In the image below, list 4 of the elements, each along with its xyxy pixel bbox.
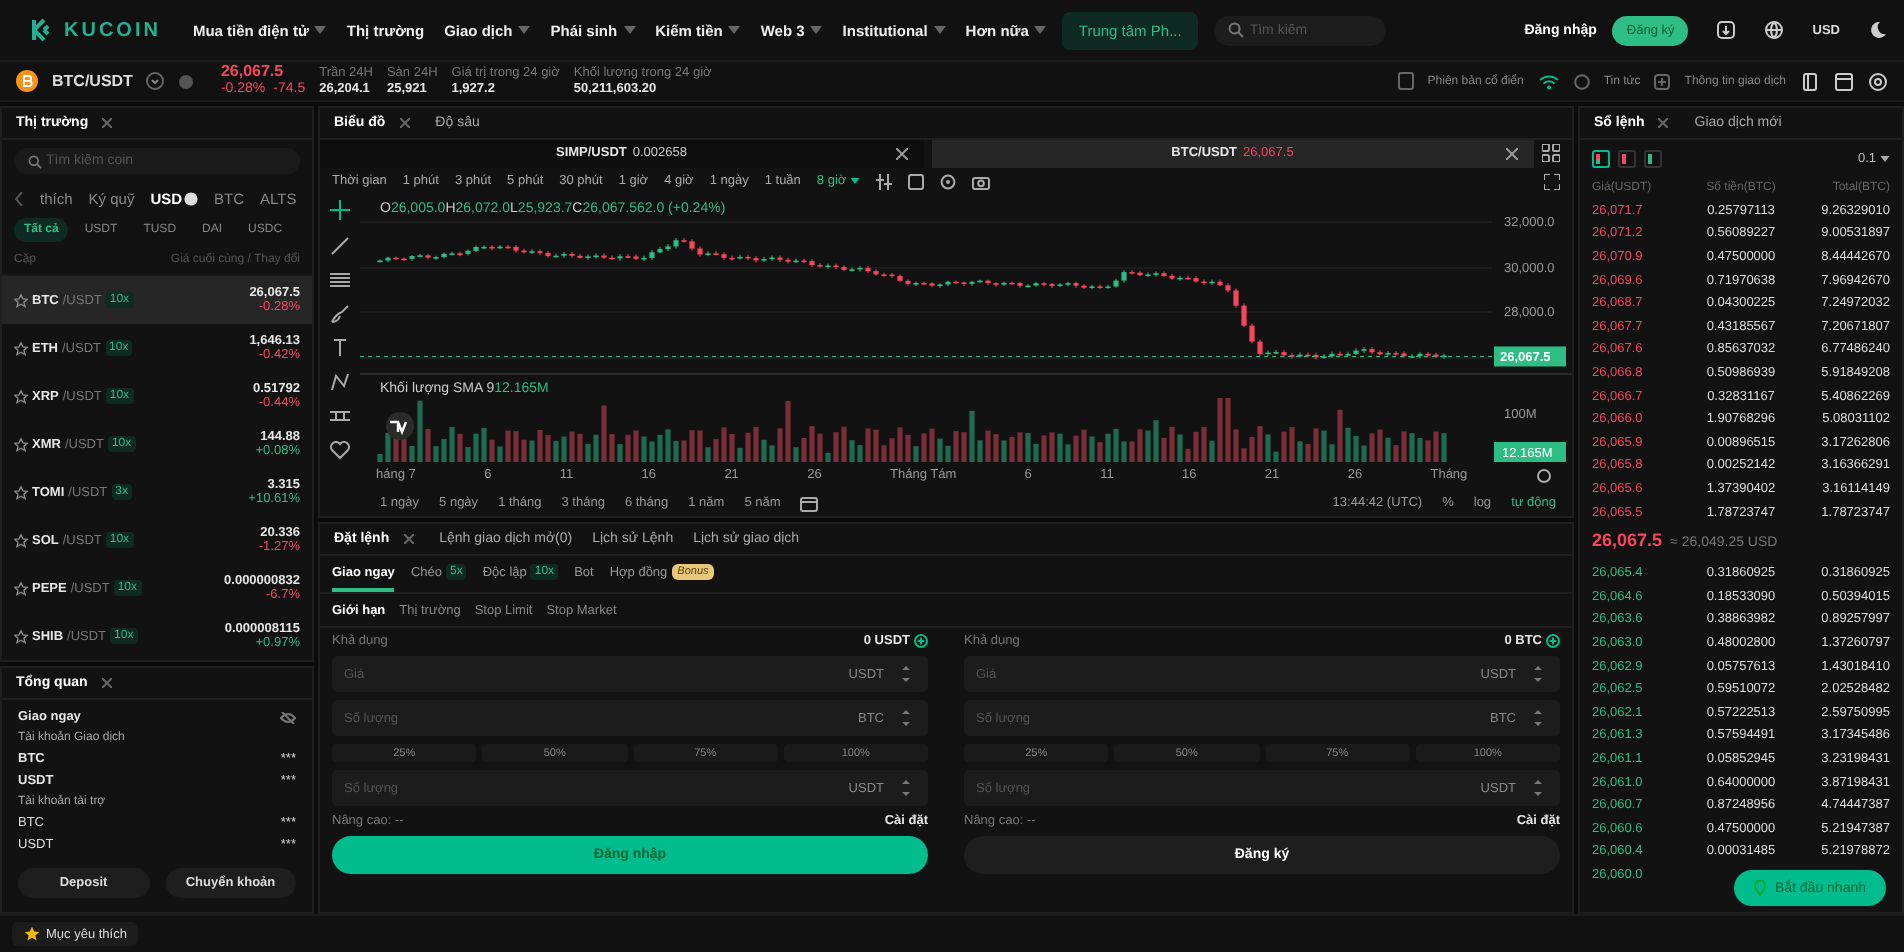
last-price: 26,067.5	[220, 64, 286, 82]
mid-price: 26,067.5	[1592, 529, 1663, 550]
pair-name[interactable]: BTC/USDT	[52, 72, 133, 90]
logo-text: KUCOIN	[64, 19, 161, 41]
